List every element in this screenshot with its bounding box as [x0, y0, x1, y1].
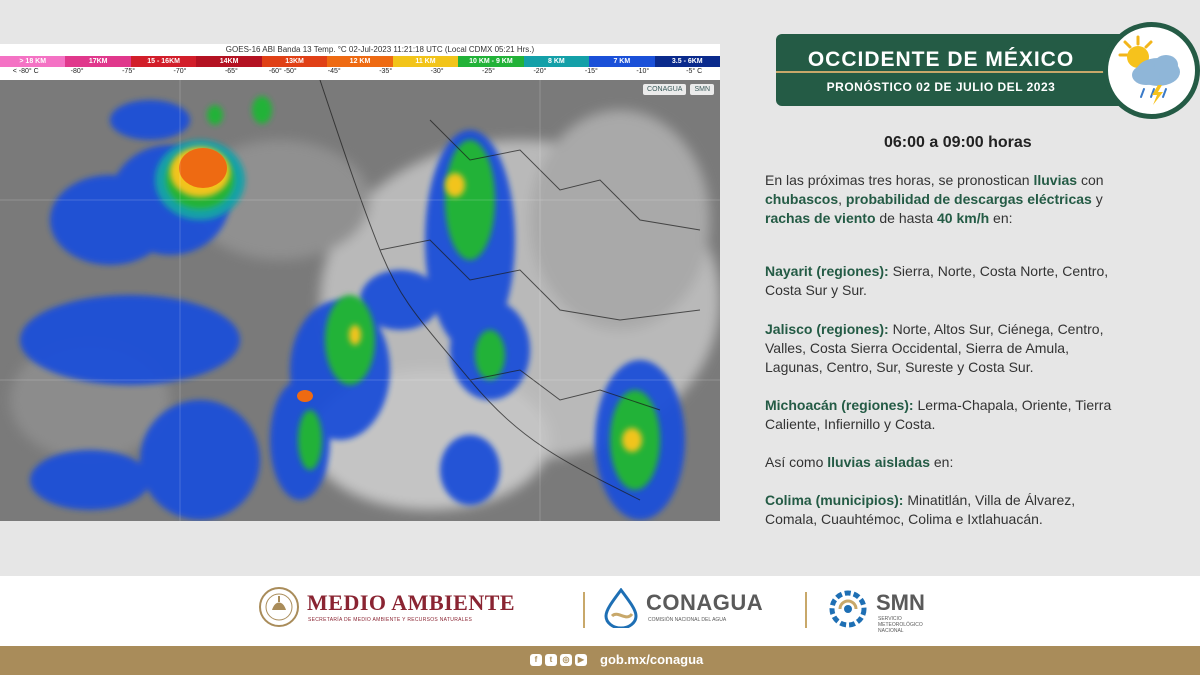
conagua-subtitle: COMISIÓN NACIONAL DEL AGUA: [648, 617, 727, 623]
jalisco-block: Jalisco (regiones): Norte, Altos Sur, Ci…: [765, 320, 1200, 377]
intro-text: En las próximas tres horas, se pronostic…: [765, 172, 1034, 188]
temperature-label: -75°: [122, 68, 136, 75]
municipality-list: Minatitlán, Villa de Álvarez,: [903, 492, 1076, 508]
michoacan-block: Michoacán (regiones): Lerma-Chapala, Ori…: [765, 396, 1200, 434]
region-list: Costa Sur y Sur.: [765, 282, 867, 298]
region-list: Lerma-Chapala, Oriente, Tierra: [913, 397, 1112, 413]
wind-speed: 40 km/h: [937, 210, 990, 226]
scale-segment: 11 KM: [392, 56, 459, 67]
isolated-rain-highlight: lluvias aisladas: [827, 454, 930, 470]
mexico-seal-icon: [258, 586, 300, 633]
temperature-label: -65°: [224, 68, 238, 75]
scale-segment: 13KM: [261, 56, 328, 67]
cloud-top-scale: > 18 KM 17KM 15 - 16KM 14KM 13KM 12 KM 11 KM 10…: [0, 56, 720, 67]
social-icons: f t ◎ ▶: [530, 654, 587, 666]
page-title: OCCIDENTE DE MÉXICO: [807, 48, 1075, 71]
state-label: Colima (municipios):: [765, 492, 904, 508]
conagua-drop-icon: [602, 587, 640, 633]
isolated-rain-intro: Así como lluvias aisladas en:: [765, 453, 1200, 472]
temperature-label: -35°: [379, 68, 393, 75]
scale-segment: 15 - 16KM: [130, 56, 197, 67]
intro-text: y: [1091, 191, 1103, 207]
medio-ambiente-logo: MEDIO AMBIENTE: [307, 590, 516, 615]
satellite-image: [0, 80, 720, 521]
intro-text: Así como: [765, 454, 828, 470]
temperature-label: < -80° C: [12, 68, 39, 75]
scale-segment: 7 KM: [589, 56, 655, 67]
temperature-label: -80°: [70, 68, 84, 75]
temperature-label: -25°: [482, 68, 495, 75]
rain-highlight: lluvias: [1033, 172, 1078, 188]
intro-text: en:: [929, 454, 954, 470]
temperature-label: -45°: [327, 68, 341, 75]
footer: [0, 576, 1200, 646]
website-link[interactable]: gob.mx/conagua: [600, 652, 703, 667]
satellite-map: CONAGUA SMN: [0, 80, 720, 521]
youtube-icon[interactable]: ▶: [575, 654, 587, 666]
satellite-title: GOES-16 ABI Banda 13 Temp. °C 02-Jul-202…: [225, 45, 535, 54]
intro-text: con: [1077, 172, 1104, 188]
forecast-date: PRONÓSTICO 02 DE JULIO DEL 2023: [826, 80, 1056, 94]
header-badge: OCCIDENTE DE MÉXICO PRONÓSTICO 02 DE JUL…: [776, 34, 1120, 106]
scale-segment: 8 KM: [523, 56, 590, 67]
smn-gear-icon: [826, 588, 870, 635]
temperature-label: -30°: [430, 68, 444, 75]
facebook-icon[interactable]: f: [530, 654, 542, 666]
temperature-label: -15°: [584, 68, 598, 75]
smn-logo: SMN: [690, 84, 714, 95]
temperature-label: -5° C: [686, 68, 703, 75]
showers-highlight: chubascos: [765, 191, 839, 207]
temperature-label: -70°: [173, 68, 187, 75]
sun-cloud-storm-icon: [1103, 22, 1200, 119]
nayarit-block: Nayarit (regiones): Sierra, Norte, Costa…: [765, 262, 1200, 300]
temperature-label: -10°: [636, 68, 650, 75]
twitter-icon[interactable]: t: [545, 654, 557, 666]
intro-text: en:: [989, 210, 1013, 226]
temperature-label: -20°: [533, 68, 547, 75]
conagua-logo-text: CONAGUA: [646, 590, 764, 615]
municipality-list: Comala, Cuauhtémoc, Colima e Ixtlahuacán…: [765, 511, 1043, 527]
colima-block: Colima (municipios): Minatitlán, Villa d…: [765, 491, 1200, 529]
footer-divider: [583, 592, 585, 628]
satellite-panel: GOES-16 ABI Banda 13 Temp. °C 02-Jul-202…: [0, 44, 720, 521]
region-list: Norte, Altos Sur, Ciénega, Centro,: [888, 321, 1104, 337]
region-list: Lagunas, Centro, Sur, Sureste y Costa Su…: [765, 359, 1034, 375]
forecast-intro: En las próximas tres horas, se pronostic…: [765, 171, 1200, 228]
smn-logo-text: SMN: [876, 590, 925, 615]
scale-segment: 3.5 - 6KM: [654, 56, 720, 67]
footer-divider: [805, 592, 807, 628]
intro-text: de hasta: [875, 210, 937, 226]
scale-segment: 17KM: [65, 56, 131, 67]
state-label: Michoacán (regiones):: [765, 397, 914, 413]
scale-segment: 12 KM: [327, 56, 393, 67]
medio-ambiente-subtitle: SECRETARÍA DE MEDIO AMBIENTE Y RECURSOS …: [308, 617, 473, 623]
intro-text: ,: [838, 191, 846, 207]
state-label: Nayarit (regiones):: [765, 263, 889, 279]
scale-segment: 14KM: [196, 56, 262, 67]
lightning-highlight: probabilidad de descargas eléctricas: [845, 191, 1092, 207]
badge-divider: [776, 71, 1106, 73]
scale-segment: 10 KM - 9 KM: [458, 56, 524, 67]
region-list: Caliente, Infiernillo y Costa.: [765, 416, 936, 432]
state-label: Jalisco (regiones):: [765, 321, 889, 337]
temperature-scale: < -80° C -80° -75° -70° -65° -60° -50° -45° -35…: [0, 67, 720, 77]
instagram-icon[interactable]: ◎: [560, 654, 572, 666]
region-list: Valles, Costa Sierra Occidental, Sierra …: [765, 340, 1069, 356]
wind-highlight: rachas de viento: [765, 210, 876, 226]
smn-subtitle: SERVICIO METEOROLÓGICO NACIONAL: [878, 616, 923, 634]
conagua-logo: CONAGUA: [643, 84, 687, 95]
region-list: Sierra, Norte, Costa Norte, Centro,: [888, 263, 1109, 279]
forecast-hours: 06:00 a 09:00 horas: [884, 134, 1032, 151]
scale-segment: > 18 KM: [0, 56, 66, 67]
temperature-label: -60° -50°: [268, 68, 297, 75]
